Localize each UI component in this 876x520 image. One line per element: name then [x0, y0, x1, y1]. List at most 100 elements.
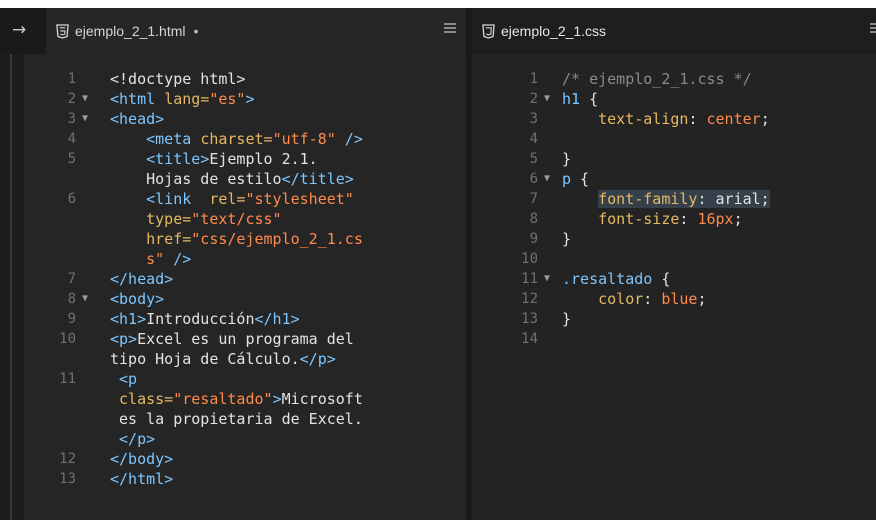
html-code-line[interactable]: 2 ▼ <html lang="es">	[24, 89, 466, 109]
html-code-line[interactable]: 4 <meta charset="utf-8" />	[24, 129, 466, 149]
code-token: >	[272, 390, 282, 408]
code-token: lang=	[164, 90, 210, 108]
html-code-line[interactable]: s" />	[24, 249, 466, 269]
html-code-line[interactable]: class="resaltado">Microsoft	[24, 389, 466, 409]
code-text: /* ejemplo_2_1.css */	[562, 69, 752, 89]
tab-menu-icon[interactable]	[444, 23, 456, 33]
css-code-area[interactable]: 1/* ejemplo_2_1.css */2 ▼ h1 {3 text-align…	[472, 69, 876, 349]
css-code-line[interactable]: 13}	[472, 309, 876, 329]
html-code-line[interactable]: 12 </body>	[24, 449, 466, 469]
code-token: href=	[146, 230, 192, 248]
html-code-line[interactable]: 5 <title>Ejemplo 2.1.	[24, 149, 466, 169]
html-code-line[interactable]: 7 </head>	[24, 269, 466, 289]
line-number: 2	[529, 91, 538, 107]
css-code-line[interactable]: 4	[472, 129, 876, 149]
css-code-line[interactable]: 12 color: blue;	[472, 289, 876, 309]
css-code-line[interactable]: 2 ▼ h1 {	[472, 89, 876, 109]
code-token: "text/css"	[191, 210, 282, 228]
fold-arrow-icon[interactable]: ▼	[544, 269, 550, 289]
code-text: }	[562, 229, 571, 249]
html-code-line[interactable]: 8 ▼ <body>	[24, 289, 466, 309]
html-code-area[interactable]: 1 <!doctype html> 2 ▼ <html lang="es"> 3 ▼ <hea…	[24, 69, 466, 489]
line-number: 8	[67, 291, 76, 307]
code-token: }	[562, 230, 572, 248]
line-number: 1	[67, 71, 76, 87]
code-token: </h1>	[254, 310, 300, 328]
code-token: }	[562, 150, 572, 168]
code-token: font-family	[598, 190, 698, 208]
html-code-line[interactable]: 13 </html>	[24, 469, 466, 489]
css-code-line[interactable]: 3 text-align: center;	[472, 109, 876, 129]
html-code-line[interactable]: type="text/css"	[24, 209, 466, 229]
css-code-line[interactable]: 10	[472, 249, 876, 269]
tab-menu-icon[interactable]	[870, 23, 876, 33]
fold-arrow-icon[interactable]: ▼	[82, 89, 88, 109]
side-strip	[0, 54, 24, 520]
code-token: h1	[562, 90, 581, 108]
html-editor-pane[interactable]: 1 <!doctype html> 2 ▼ <html lang="es"> 3 ▼ <hea…	[24, 54, 466, 520]
code-text: .resaltado {	[562, 269, 670, 289]
fold-arrow-icon[interactable]: ▼	[82, 289, 88, 309]
code-text: <title>Ejemplo 2.1.	[110, 149, 318, 169]
code-token: "css/ejemplo_2_1.cs	[191, 230, 363, 248]
css-code-line[interactable]: 14	[472, 329, 876, 349]
css-code-line[interactable]: 8 font-size: 16px;	[472, 209, 876, 229]
tab-html-file[interactable]: ejemplo_2_1.html •	[46, 8, 466, 54]
html-code-line[interactable]: 6 <link rel="stylesheet"	[24, 189, 466, 209]
code-token: :	[679, 210, 698, 228]
code-token: "resaltado"	[173, 390, 273, 408]
html-code-line[interactable]: href="css/ejemplo_2_1.cs	[24, 229, 466, 249]
html-code-line[interactable]: 3 ▼ <head>	[24, 109, 466, 129]
fold-arrow-icon[interactable]: ▼	[82, 109, 88, 129]
fold-arrow-icon[interactable]: ▼	[544, 89, 550, 109]
code-text: }	[562, 149, 571, 169]
tab-css-file[interactable]: ejemplo_2_1.css	[472, 8, 876, 54]
code-token: </html>	[110, 470, 174, 488]
html-code-line[interactable]: Hojas de estilo</title>	[24, 169, 466, 189]
css3-icon	[482, 23, 495, 39]
line-number: 12	[59, 451, 76, 467]
css-code-line[interactable]: 1 /* ejemplo_2_1.css */	[472, 69, 876, 89]
code-token: Microsoft	[281, 390, 363, 408]
html-code-line[interactable]: 10 <p>Excel es un programa del	[24, 329, 466, 349]
html-code-line[interactable]: </p>	[24, 429, 466, 449]
code-text: <head>	[110, 109, 164, 129]
html-code-line[interactable]: 1 <!doctype html>	[24, 69, 466, 89]
line-number: 11	[59, 371, 76, 387]
html-code-line[interactable]: es la propietaria de Excel.	[24, 409, 466, 429]
code-token: </p>	[119, 430, 156, 448]
code-text: Hojas de estilo</title>	[110, 169, 354, 189]
arrow-right-icon[interactable]: →	[12, 20, 26, 40]
css-code-line[interactable]: 5}	[472, 149, 876, 169]
html-code-line[interactable]: 11 <p	[24, 369, 466, 389]
scroll-track[interactable]	[10, 54, 12, 520]
css-code-line[interactable]: 6 ▼ p {	[472, 169, 876, 189]
css-code-line[interactable]: 9}	[472, 229, 876, 249]
line-number: 7	[67, 271, 76, 287]
code-text: text-align: center;	[562, 109, 770, 129]
line-number: 2	[67, 91, 76, 107]
code-token: </head>	[110, 270, 174, 288]
code-text: <h1>Introducción</h1>	[110, 309, 300, 329]
code-text: </head>	[110, 269, 173, 289]
code-token: blue	[661, 290, 698, 308]
fold-arrow-icon[interactable]: ▼	[544, 169, 550, 189]
code-token: tipo Hoja de Cálculo.	[110, 350, 300, 368]
css-editor-pane[interactable]: 1/* ejemplo_2_1.css */2 ▼ h1 {3 text-align…	[472, 54, 876, 520]
line-number: 13	[521, 311, 538, 327]
css-code-line[interactable]: 11 ▼ .resaltado {	[472, 269, 876, 289]
code-token: : arial;	[697, 190, 770, 208]
html-code-line[interactable]: 9 <h1>Introducción</h1>	[24, 309, 466, 329]
html-code-line[interactable]: tipo Hoja de Cálculo.</p>	[24, 349, 466, 369]
line-number: 12	[521, 291, 538, 307]
code-token: charset=	[200, 130, 273, 148]
css-code-line[interactable]: 7 font-family: arial;	[472, 189, 876, 209]
line-number: 4	[67, 131, 76, 147]
code-text: type="text/css"	[110, 209, 282, 229]
